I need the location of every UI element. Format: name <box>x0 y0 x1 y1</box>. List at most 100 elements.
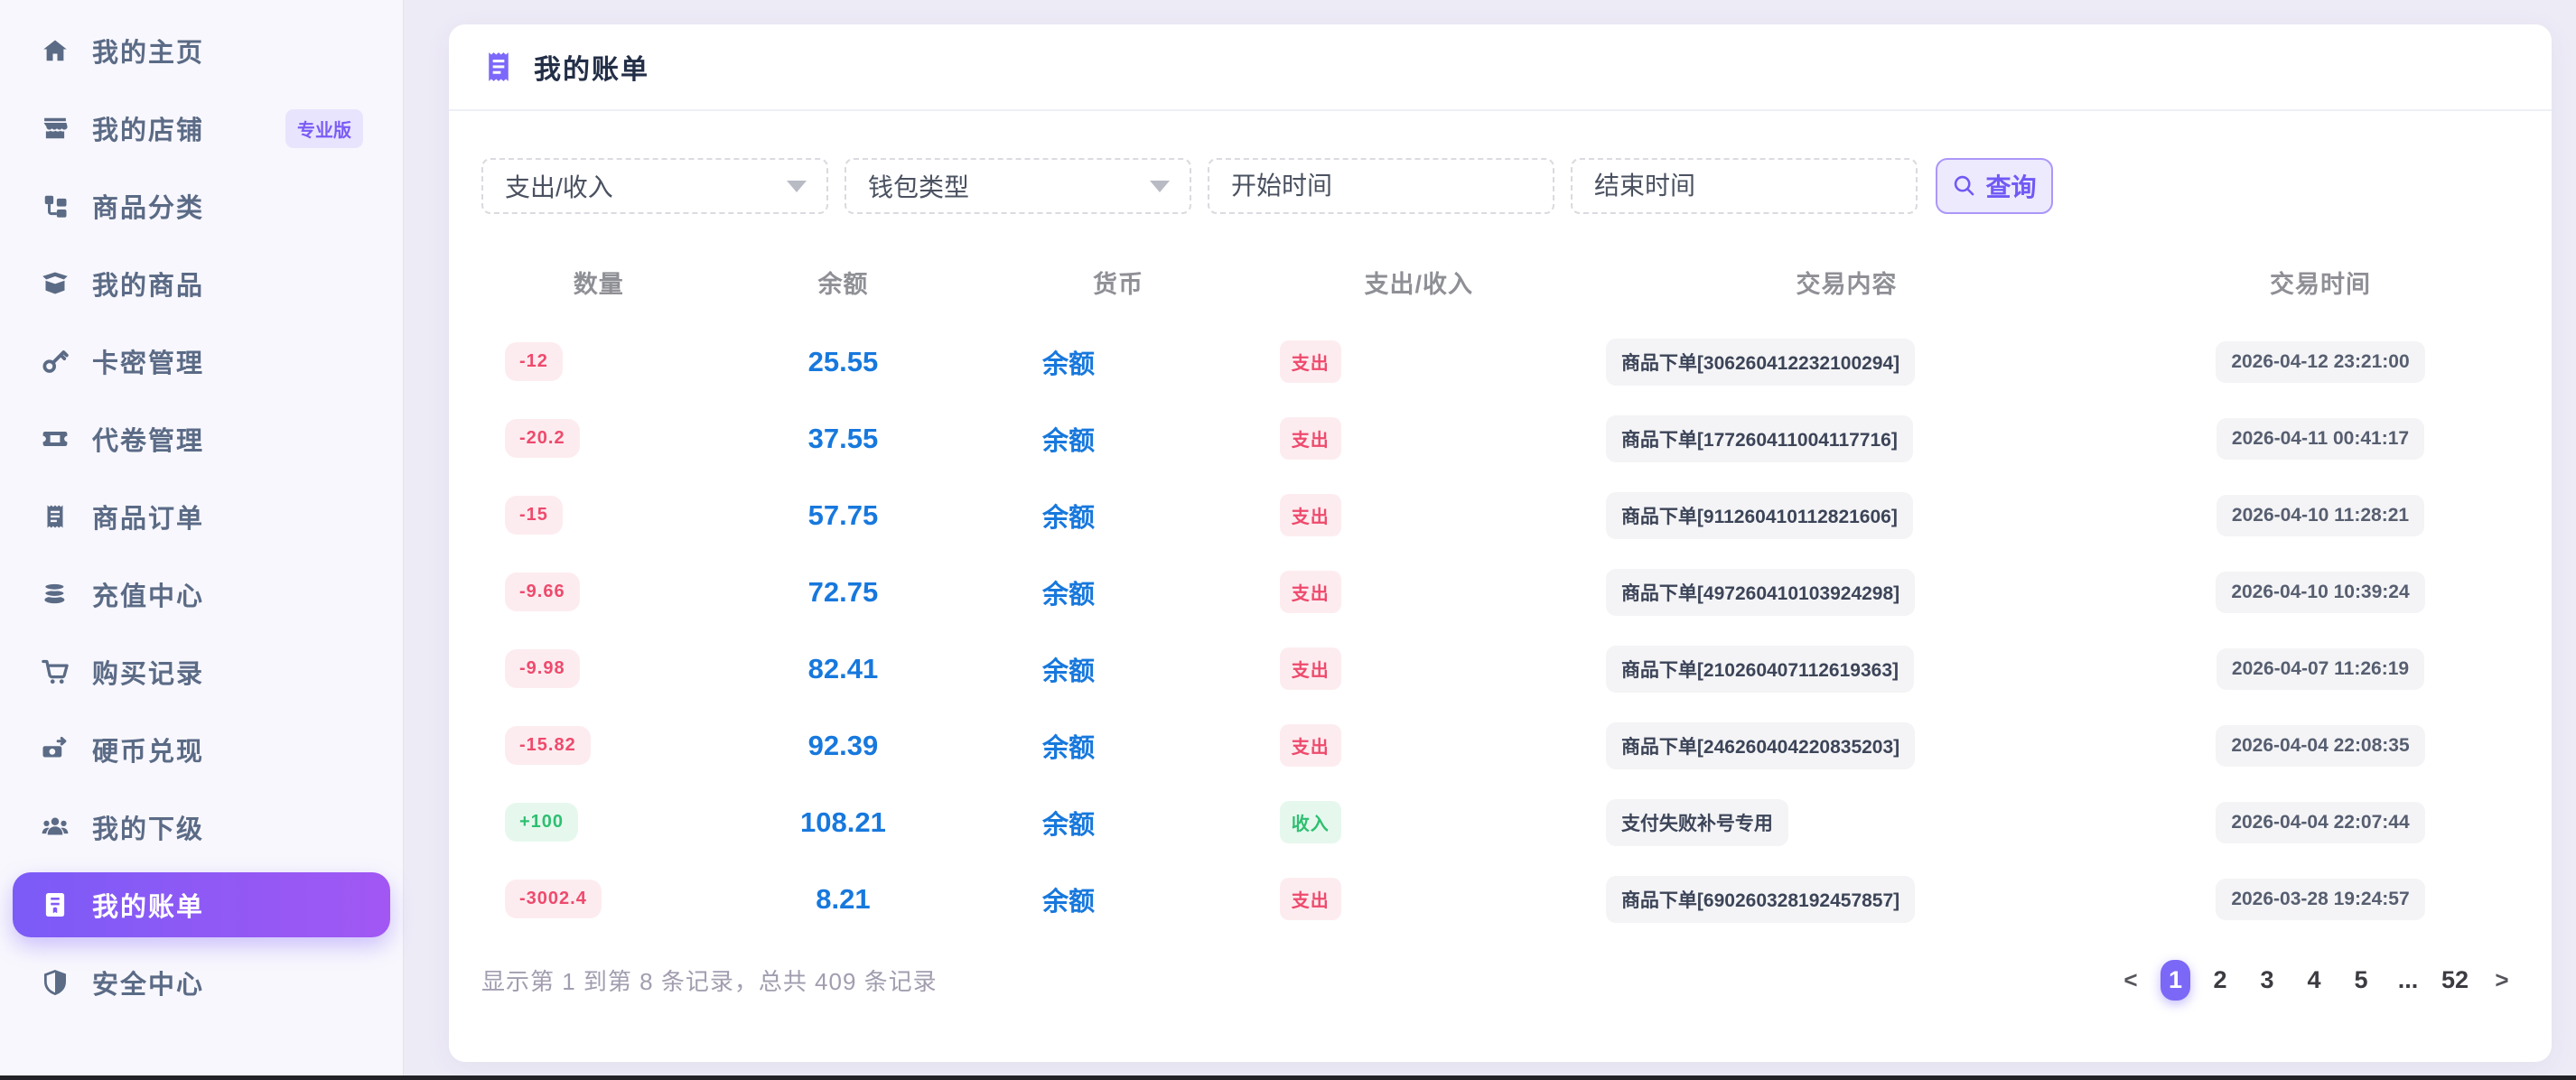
magnifier-icon <box>1952 173 1977 199</box>
key-icon <box>42 348 69 375</box>
transaction-content: 商品下单[497260410103924298] <box>1606 569 1915 616</box>
table-header-row: 数量 余额 货币 支出/收入 交易内容 交易时间 <box>481 265 2519 297</box>
balance-value: 8.21 <box>816 883 870 915</box>
receipt-icon <box>481 50 516 84</box>
currency-value: 余额 <box>1042 573 1095 611</box>
table-row: -20.2 37.55 余额 支出 商品下单[17726041100411771… <box>481 400 2519 477</box>
sidebar-item-card-keys[interactable]: 卡密管理 <box>13 329 390 394</box>
sidebar-item-label: 我的账单 <box>92 886 204 924</box>
currency-value: 余额 <box>1042 343 1095 381</box>
sidebar-item-home[interactable]: 我的主页 <box>13 18 390 83</box>
users-icon <box>42 814 69 841</box>
table-body: -12 25.55 余额 支出 商品下单[306260412232100294]… <box>481 323 2519 937</box>
table-row: -9.98 82.41 余额 支出 商品下单[21026040711261936… <box>481 630 2519 707</box>
sidebar-item-label: 安全中心 <box>92 964 204 1001</box>
query-button[interactable]: 查询 <box>1936 158 2053 214</box>
quantity-badge: -20.2 <box>505 419 580 458</box>
transaction-content: 支付失败补号专用 <box>1606 799 1788 846</box>
page-button-3[interactable]: 3 <box>2250 959 2284 1001</box>
transaction-time: 2026-03-28 19:24:57 <box>2216 879 2424 920</box>
main-content: 我的账单 支出/收入 钱包类型 查询 <box>404 0 2576 1080</box>
page-button-5[interactable]: 5 <box>2344 959 2378 1001</box>
direction-badge: 支出 <box>1280 494 1341 536</box>
direction-badge: 收入 <box>1280 801 1341 843</box>
transaction-time: 2026-04-11 00:41:17 <box>2217 418 2424 460</box>
sidebar-item-recharge[interactable]: 充值中心 <box>13 562 390 627</box>
quantity-badge: -9.66 <box>505 573 580 611</box>
balance-value: 57.75 <box>808 499 879 531</box>
sidebar-item-security[interactable]: 安全中心 <box>13 950 390 1015</box>
query-button-label: 查询 <box>1985 168 2036 204</box>
transaction-time: 2026-04-04 22:07:44 <box>2216 802 2424 843</box>
end-time-input[interactable] <box>1594 172 1894 200</box>
store-icon <box>42 115 69 142</box>
col-header-content: 交易内容 <box>1572 265 2122 300</box>
col-header-quantity: 数量 <box>481 265 715 300</box>
page-title: 我的账单 <box>534 47 649 87</box>
transaction-content: 商品下单[306260412232100294] <box>1606 339 1915 386</box>
sidebar-item-orders[interactable]: 商品订单 <box>13 484 390 549</box>
col-header-currency: 货币 <box>970 265 1265 300</box>
currency-value: 余额 <box>1042 497 1095 535</box>
bill-icon <box>42 891 69 918</box>
page-button-52[interactable]: 52 <box>2438 959 2472 1001</box>
card-header: 我的账单 <box>449 24 2552 111</box>
next-page-button[interactable]: > <box>2485 959 2519 1001</box>
sidebar-item-coupons[interactable]: 代卷管理 <box>13 406 390 471</box>
transaction-content: 商品下单[210260407112619363] <box>1606 646 1914 693</box>
sidebar-item-label: 商品订单 <box>92 498 204 535</box>
direction-select[interactable]: 支出/收入 <box>481 158 828 214</box>
wallet-type-select-value: 钱包类型 <box>868 168 969 204</box>
sidebar-item-shop[interactable]: 我的店铺 专业版 <box>13 96 390 161</box>
transaction-time: 2026-04-10 11:28:21 <box>2217 495 2424 536</box>
quantity-badge: +100 <box>505 803 578 842</box>
quantity-badge: -12 <box>505 342 563 381</box>
end-time-field <box>1571 158 1918 214</box>
category-icon <box>42 192 69 219</box>
sidebar-item-label: 我的店铺 <box>92 109 204 147</box>
sidebar-item-coin-cashout[interactable]: 硬币兑现 <box>13 717 390 782</box>
col-header-balance: 余额 <box>715 265 970 300</box>
direction-badge: 支出 <box>1280 417 1341 460</box>
table-row: -12 25.55 余额 支出 商品下单[306260412232100294]… <box>481 323 2519 400</box>
pro-version-badge: 专业版 <box>285 109 363 148</box>
direction-select-value: 支出/收入 <box>505 168 613 204</box>
sidebar-item-label: 充值中心 <box>92 575 204 613</box>
sidebar-item-categories[interactable]: 商品分类 <box>13 173 390 238</box>
page-button-1[interactable]: 1 <box>2161 960 2190 1001</box>
sidebar-item-label: 硬币兑现 <box>92 731 204 768</box>
table-row: -15 57.75 余额 支出 商品下单[911260410112821606]… <box>481 477 2519 554</box>
sidebar-item-bills[interactable]: 我的账单 <box>13 872 390 937</box>
ticket-icon <box>42 425 69 452</box>
page-button-2[interactable]: 2 <box>2203 959 2237 1001</box>
sidebar-item-products[interactable]: 我的商品 <box>13 251 390 316</box>
transaction-content: 商品下单[177260411004117716] <box>1606 415 1913 462</box>
sidebar-item-label: 我的商品 <box>92 265 204 303</box>
transaction-content: 商品下单[911260410112821606] <box>1606 492 1913 539</box>
shield-icon <box>42 969 69 996</box>
quantity-badge: -9.98 <box>505 649 580 688</box>
quantity-badge: -3002.4 <box>505 880 602 918</box>
sidebar-item-label: 购买记录 <box>92 653 204 691</box>
sidebar-item-label: 我的主页 <box>92 32 204 70</box>
coins-icon <box>42 581 69 608</box>
balance-value: 108.21 <box>800 806 886 838</box>
filter-bar: 支出/收入 钱包类型 查询 <box>481 158 2519 214</box>
sidebar-item-purchases[interactable]: 购买记录 <box>13 639 390 704</box>
pagination: < 1 2 3 4 5 ... 52 > <box>2114 959 2519 1001</box>
box-open-icon <box>42 270 69 297</box>
sidebar-item-label: 我的下级 <box>92 808 204 846</box>
start-time-input[interactable] <box>1231 172 1531 200</box>
sidebar: 我的主页 我的店铺 专业版 商品分类 我的商品 卡密管理 代卷管理 商品订单 <box>0 0 404 1080</box>
wallet-type-select[interactable]: 钱包类型 <box>845 158 1191 214</box>
quantity-badge: -15.82 <box>505 726 591 765</box>
transaction-content: 商品下单[246260404220835203] <box>1606 722 1915 769</box>
currency-value: 余额 <box>1042 880 1095 918</box>
prev-page-button[interactable]: < <box>2114 959 2148 1001</box>
quantity-badge: -15 <box>505 496 563 535</box>
table-row: +100 108.21 余额 收入 支付失败补号专用 2026-04-04 22… <box>481 784 2519 861</box>
sidebar-item-subordinates[interactable]: 我的下级 <box>13 795 390 860</box>
transaction-time: 2026-04-07 11:26:19 <box>2217 648 2424 690</box>
page-button-4[interactable]: 4 <box>2297 959 2331 1001</box>
money-exchange-icon <box>42 736 69 763</box>
